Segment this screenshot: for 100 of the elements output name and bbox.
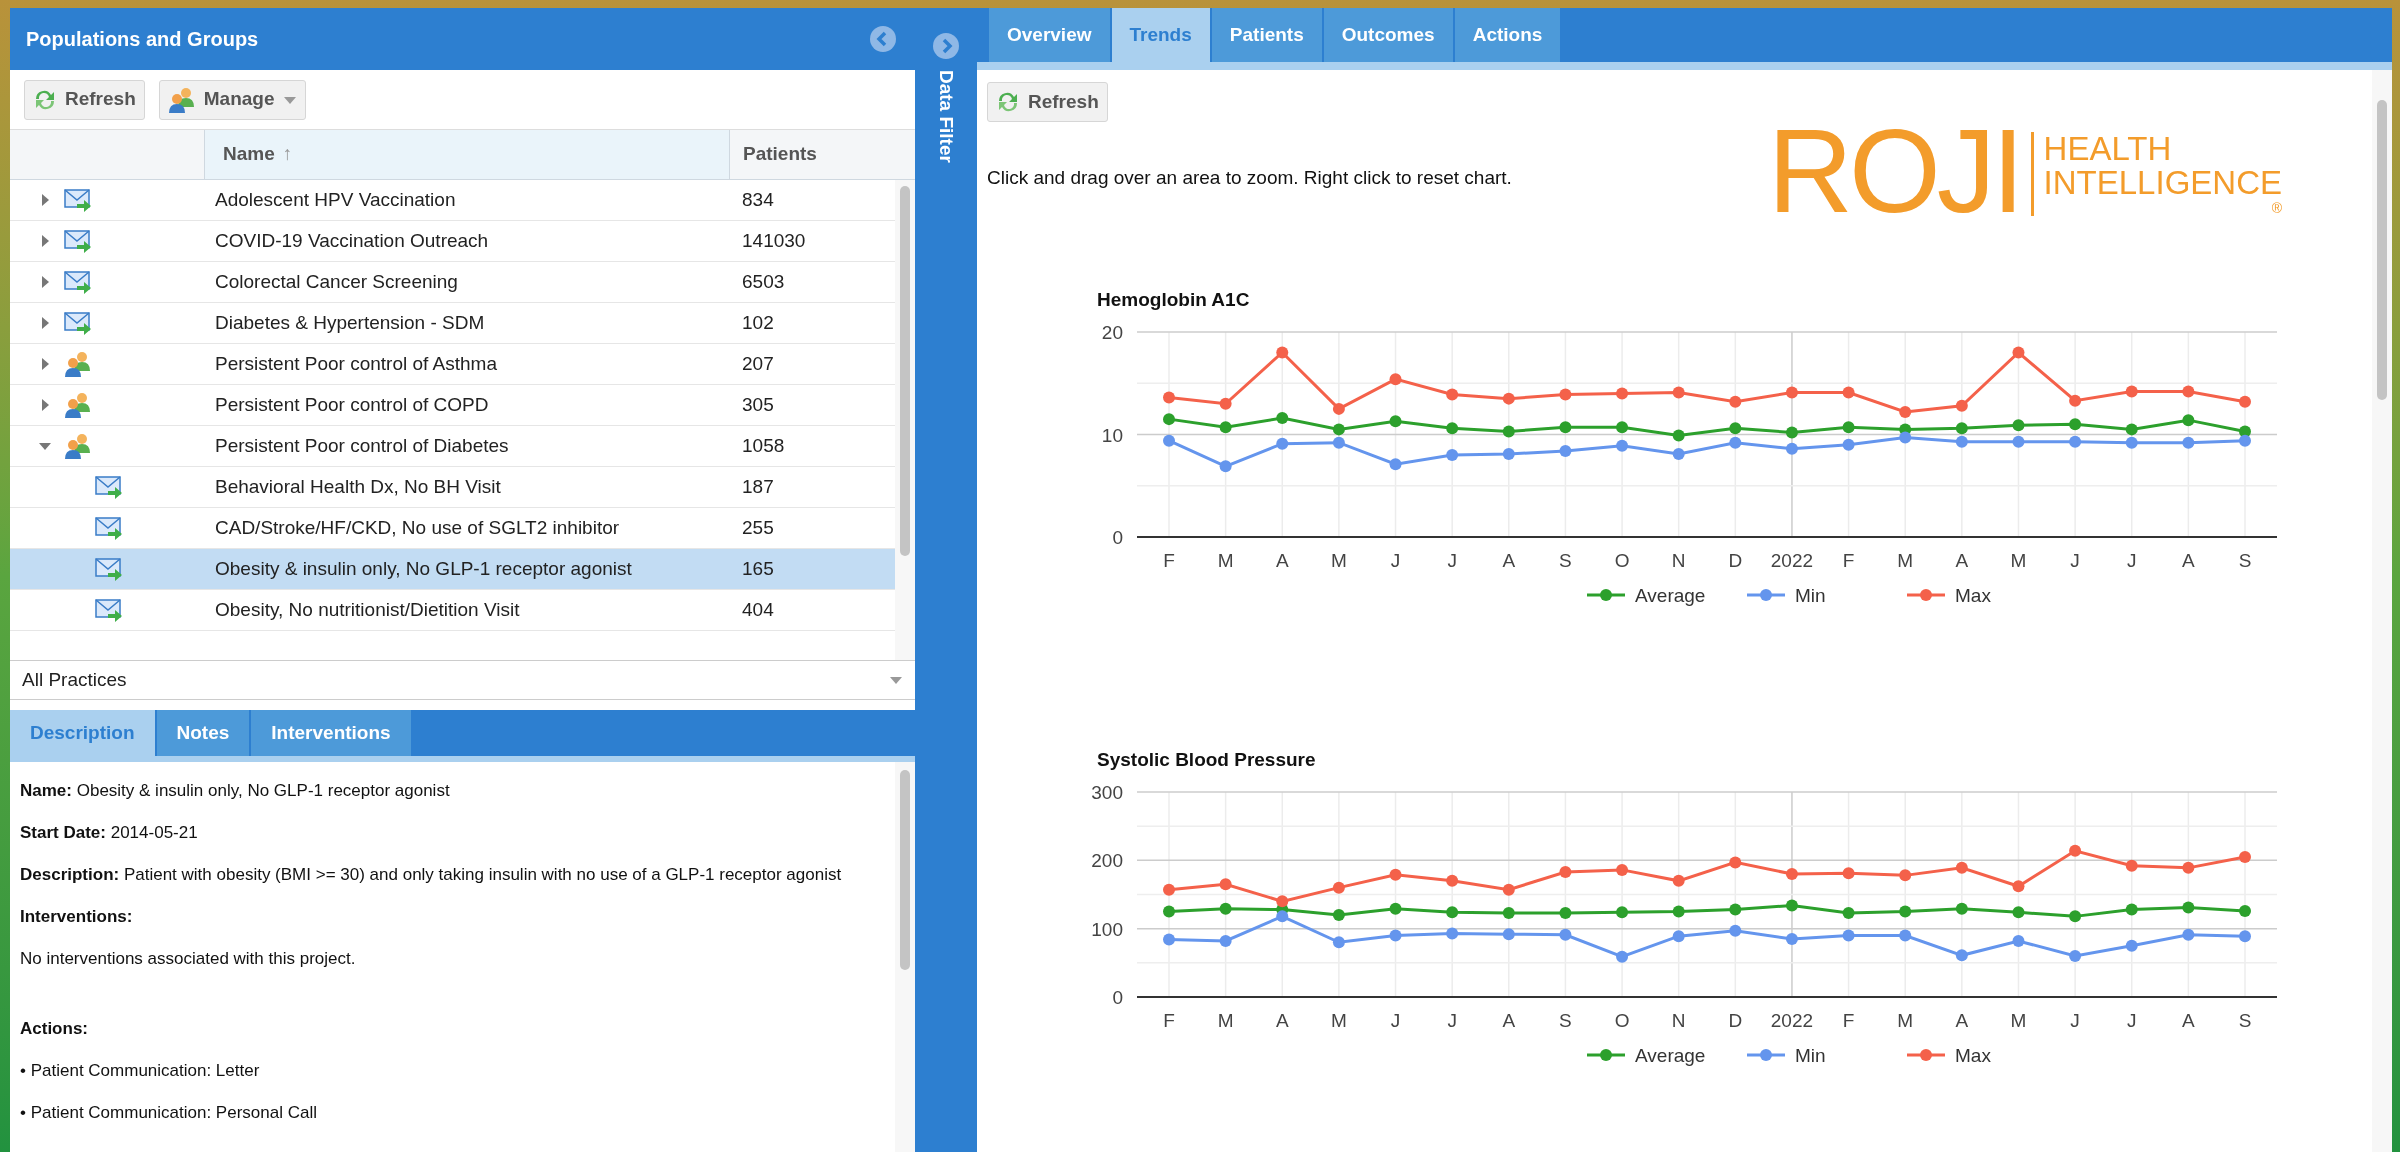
axis-label: F (1163, 550, 1175, 571)
data-point (2239, 395, 2251, 408)
data-point (1446, 906, 1459, 919)
data-point (1446, 422, 1459, 435)
axis-label: A (1955, 1010, 1969, 1031)
manage-button[interactable]: Manage (158, 79, 306, 120)
axis-label: F (1842, 550, 1855, 571)
data-point (1446, 388, 1459, 401)
data-point (1276, 895, 1289, 908)
group-name: Diabetes & Hypertension - SDM (214, 310, 486, 335)
description-field: Name: Obesity & insulin only, No GLP-1 receptor agonist (20, 780, 881, 802)
axis-label: S (1559, 1010, 1572, 1031)
group-name: Persistent Poor control of Diabetes (214, 433, 510, 458)
data-point (1842, 906, 1855, 919)
data-point (2182, 414, 2195, 427)
group-name: Behavioral Health Dx, No BH Visit (214, 474, 502, 499)
column-header[interactable]: Name ↑ (205, 130, 730, 179)
data-point (1446, 927, 1459, 940)
data-point (1899, 431, 1912, 444)
axis-label: 300 (1091, 782, 1123, 803)
patient-count: 834 (741, 187, 774, 212)
data-point (1559, 865, 1572, 878)
data-point (1163, 933, 1175, 946)
chart-title: Hemoglobin A1C (1097, 289, 1250, 310)
patient-count: 187 (741, 474, 774, 499)
data-point (1163, 413, 1175, 426)
data-point (1672, 386, 1685, 399)
axis-label: J (1390, 1010, 1401, 1031)
data-point (2239, 904, 2251, 917)
data-point (1616, 439, 1629, 452)
data-point (2182, 861, 2195, 874)
data-point (1955, 399, 1968, 412)
axis-label: O (1614, 550, 1630, 571)
action-item: • Patient Communication: Personal Call (20, 1102, 318, 1124)
patient-count: 1058 (741, 433, 785, 458)
data-point (1559, 388, 1572, 401)
people-icon (64, 433, 92, 459)
patient-count: 255 (741, 515, 774, 540)
data-point (1672, 874, 1685, 887)
table-row[interactable]: Obesity & insulin only, No GLP-1 receptor agonist 165 (10, 549, 895, 590)
dropdown-caret-icon (889, 675, 903, 685)
data-filter-bar[interactable]: Data Filter (915, 8, 977, 1152)
scrollbar[interactable] (895, 180, 915, 660)
legend-label: Max (1955, 1045, 1992, 1066)
axis-label: A (2182, 1010, 2195, 1031)
data-point (1842, 929, 1855, 942)
data-point (1955, 902, 1968, 915)
column-header[interactable]: Patients (730, 130, 915, 179)
axis-label: 200 (1091, 850, 1123, 872)
axis-label: M (1331, 550, 1347, 571)
axis-label: S (2238, 1010, 2252, 1031)
axis-label: A (1275, 1010, 1289, 1031)
data-point (1842, 386, 1855, 399)
action-item: • Patient Communication: Letter (20, 1060, 261, 1082)
legend-label: Min (1795, 1045, 1826, 1066)
legend-label: Max (1955, 585, 1992, 606)
data-point (1163, 883, 1175, 896)
refresh-button[interactable]: Refresh (987, 82, 1108, 122)
data-point (1219, 878, 1232, 891)
scrollbar[interactable] (895, 762, 915, 1152)
data-point (1955, 435, 1968, 448)
legend-entry: Max (1907, 585, 1991, 606)
data-point (1616, 863, 1629, 876)
people-icon (167, 86, 196, 113)
axis-label: A (1955, 550, 1969, 571)
axis-label: J (1447, 550, 1457, 571)
data-point (1389, 415, 1402, 428)
envelope-arrow-icon (95, 474, 123, 500)
scrollbar[interactable] (2372, 70, 2392, 1152)
data-point (1899, 929, 1912, 942)
axis-label: A (1502, 1010, 1516, 1031)
legend-label: Average (1635, 1045, 1706, 1066)
data-point (2125, 436, 2138, 449)
data-point (1785, 868, 1798, 880)
legend-entry: Average (1587, 1045, 1706, 1066)
axis-label: 100 (1091, 918, 1123, 940)
data-point (2239, 850, 2251, 863)
envelope-arrow-icon (64, 228, 92, 254)
legend-entry: Max (1907, 1045, 1991, 1066)
data-point (1389, 929, 1402, 942)
envelope-arrow-icon (64, 187, 92, 213)
envelope-arrow-icon (95, 515, 123, 541)
practice-dropdown[interactable]: All Practices (10, 660, 915, 700)
people-icon (64, 392, 92, 418)
data-point (1276, 437, 1289, 450)
legend-label: Average (1635, 585, 1706, 606)
data-point (2125, 423, 2138, 436)
description-field: Description: Patient with obesity (BMI >= 30) and only taking insulin with no use of a GLP-1 receptor agonist (20, 864, 881, 886)
data-point (1616, 387, 1629, 400)
refresh-button[interactable]: Refresh (24, 79, 145, 120)
envelope-arrow-icon (95, 597, 123, 623)
data-point (1955, 861, 1968, 874)
data-point (1955, 422, 1968, 435)
axis-label: M (1897, 1010, 1914, 1031)
section-heading: Interventions: (20, 906, 134, 928)
patient-count: 305 (741, 392, 774, 417)
envelope-arrow-icon (95, 556, 123, 582)
axis-label: F (1842, 1010, 1855, 1031)
sort-arrow: ↑ (282, 142, 293, 167)
people-icon (64, 351, 92, 377)
